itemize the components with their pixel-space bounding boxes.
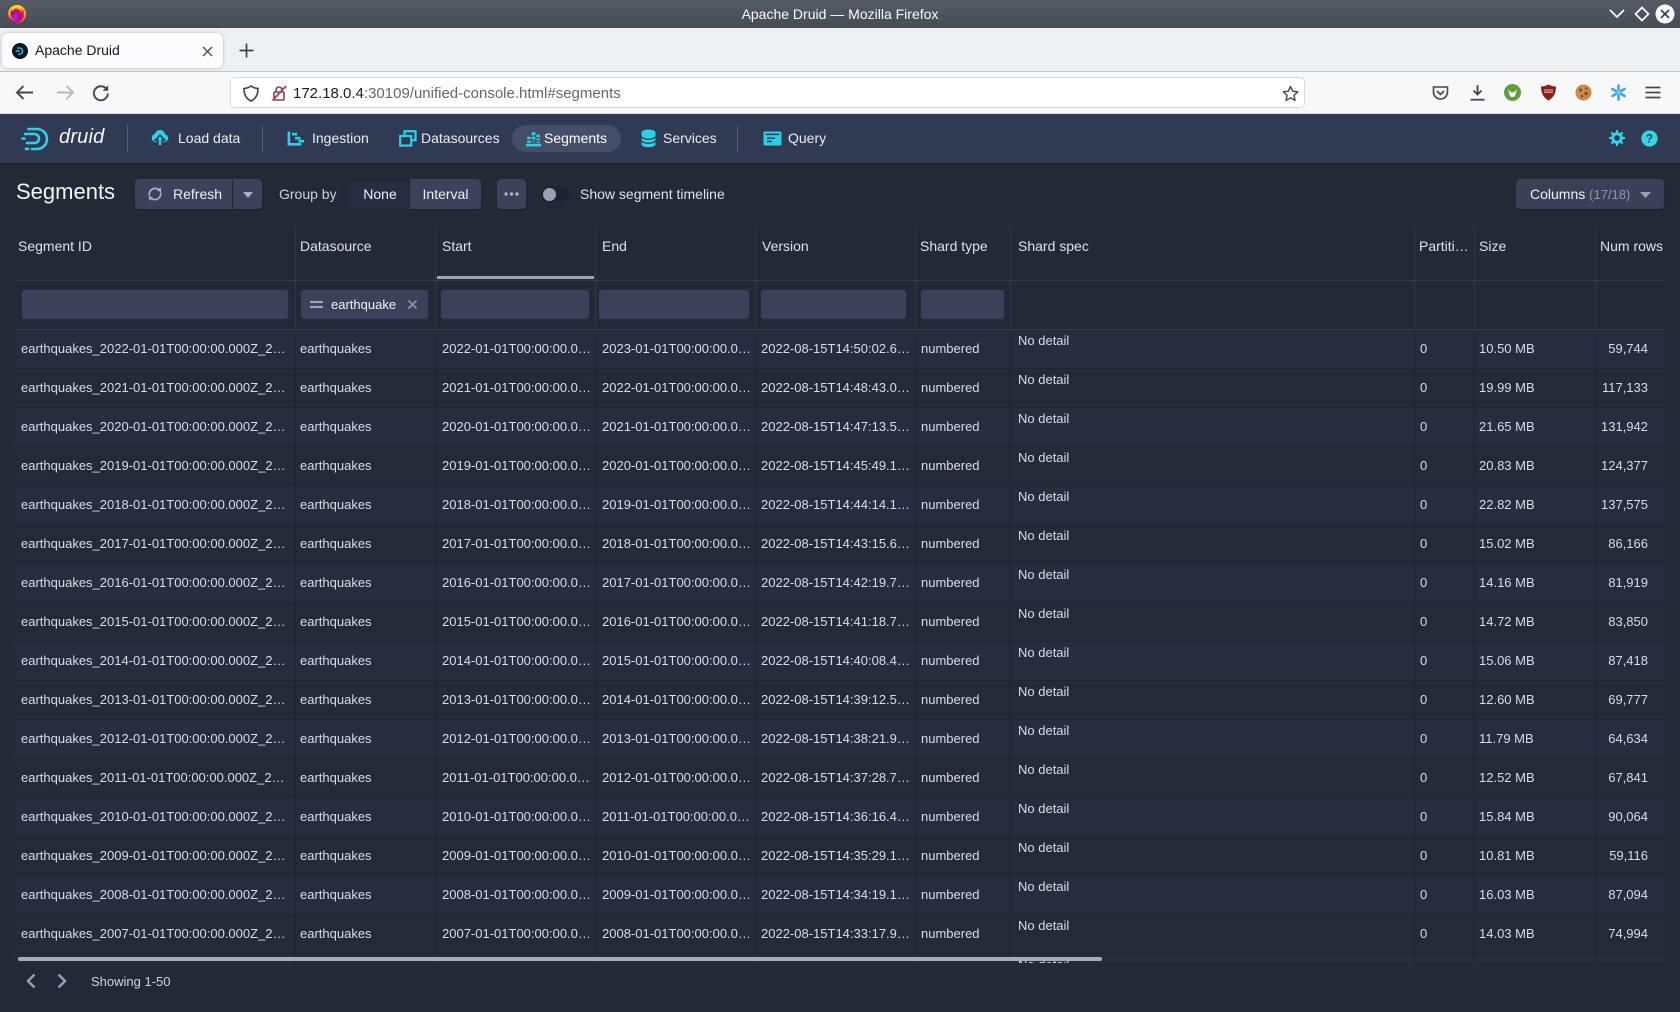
svg-text:?: ? — [1646, 132, 1653, 146]
